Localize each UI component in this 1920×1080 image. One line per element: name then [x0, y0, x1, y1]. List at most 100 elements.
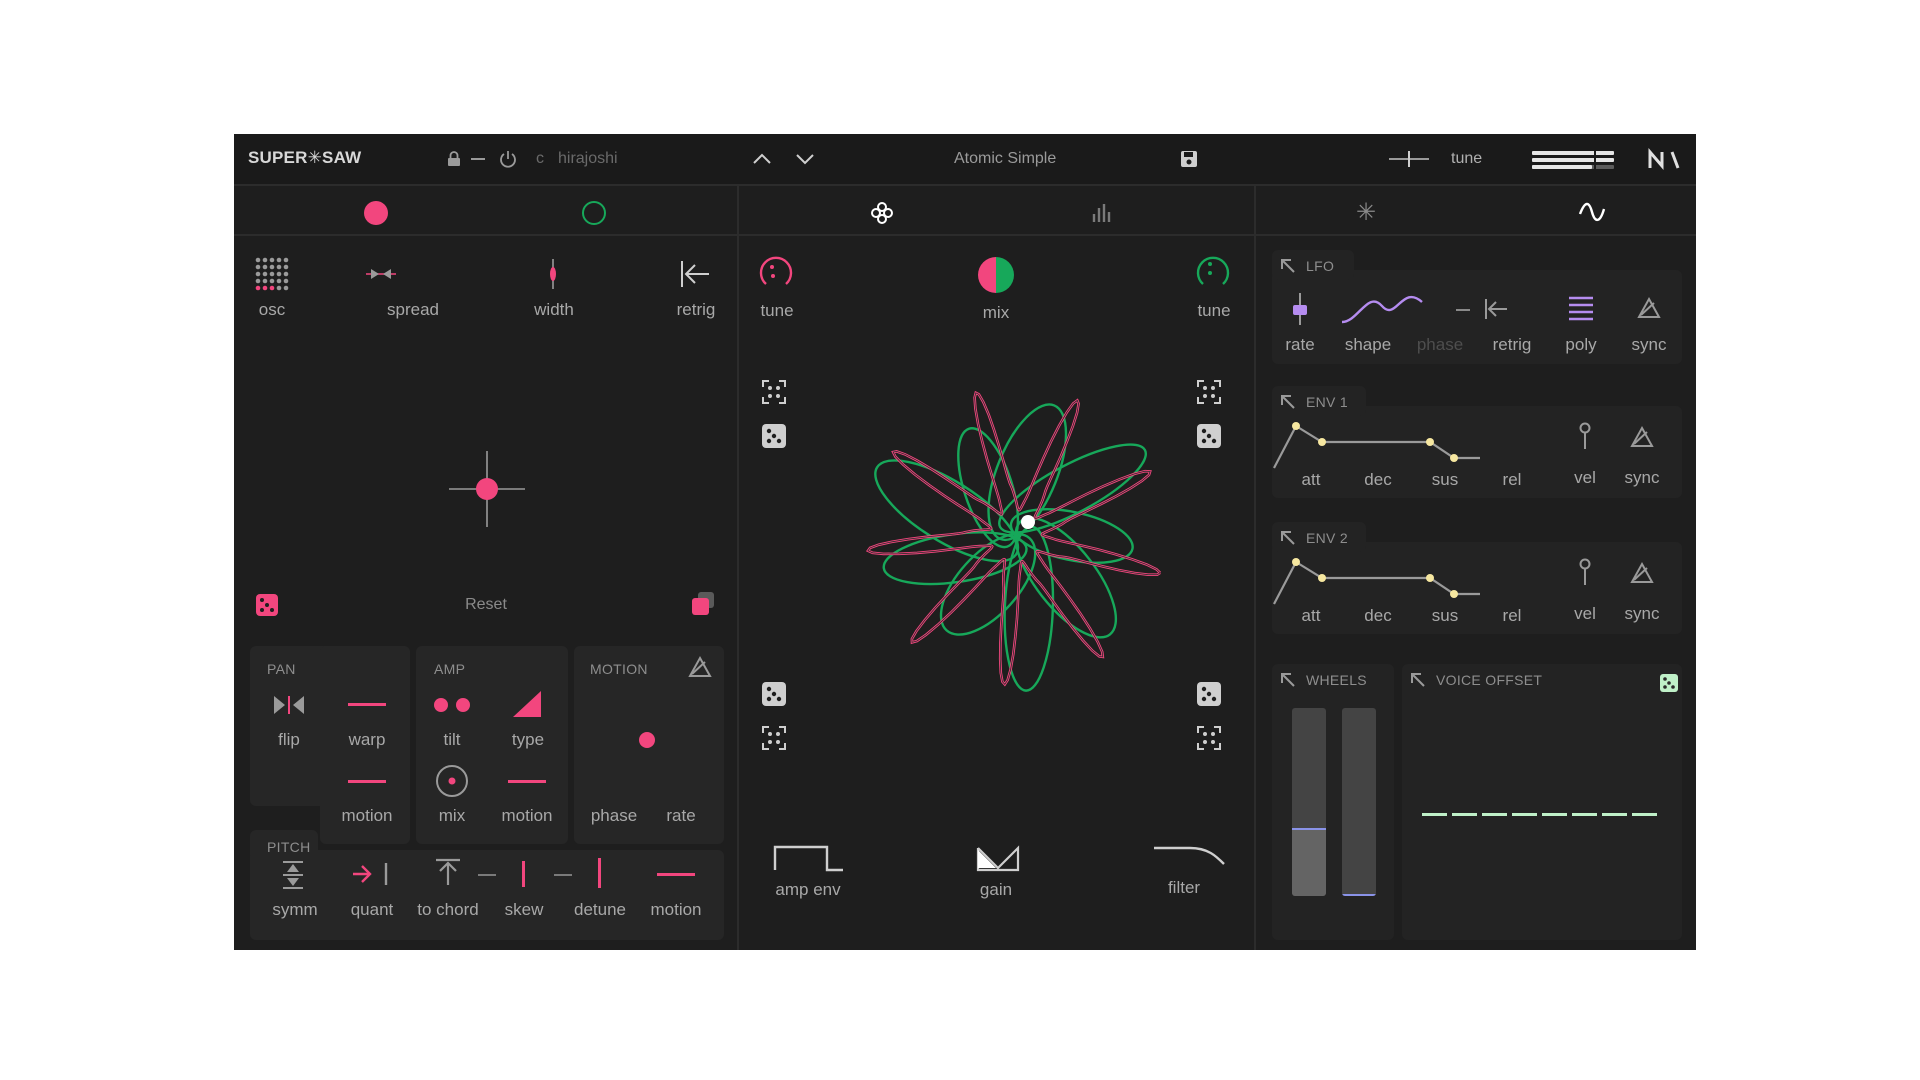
pan-motion-line[interactable]	[348, 780, 386, 783]
env1-vel-icon[interactable]	[1578, 422, 1592, 450]
tilt-icon[interactable]	[431, 696, 473, 714]
voice-offset-bar[interactable]	[1422, 813, 1447, 816]
pitch-panel	[250, 850, 724, 940]
voice-offset-bar[interactable]	[1572, 813, 1597, 816]
preset-name[interactable]: Atomic Simple	[954, 150, 1056, 168]
lfo-poly-label: poly	[1565, 335, 1597, 354]
voice-offset-bar[interactable]	[1452, 813, 1477, 816]
filter-icon[interactable]	[1152, 844, 1226, 866]
osc-label: osc	[258, 300, 286, 319]
pan-motion-label: motion	[341, 806, 393, 825]
pitch-motion-line[interactable]	[657, 873, 695, 876]
env1-sync-icon[interactable]	[1630, 425, 1654, 448]
flip-icon[interactable]	[272, 694, 306, 716]
voice-offset-bar[interactable]	[1542, 813, 1567, 816]
oscillator-panel: osc spread width retrig Reset PAN flip w…	[234, 238, 737, 950]
spread-icon[interactable]	[365, 266, 397, 282]
motion-sync-icon[interactable]	[688, 655, 712, 678]
focus-icon-tr[interactable]	[1197, 380, 1221, 404]
type-icon[interactable]	[512, 690, 542, 718]
mod-wheel[interactable]	[1342, 708, 1376, 896]
warp-label: warp	[348, 730, 386, 749]
dice-icon-tr[interactable]	[1197, 424, 1221, 448]
lfo-shape-display[interactable]	[1340, 288, 1424, 326]
mix-knob[interactable]	[977, 256, 1015, 294]
symm-icon[interactable]	[280, 860, 306, 890]
motion-dot[interactable]	[639, 732, 655, 748]
focus-icon-tl[interactable]	[762, 380, 786, 404]
scale-name[interactable]: hirajoshi	[558, 150, 618, 168]
env2-sync-icon[interactable]	[1630, 561, 1654, 584]
dice-icon-tl[interactable]	[762, 424, 786, 448]
power-icon[interactable]	[499, 150, 517, 168]
lock-icon[interactable]	[447, 151, 461, 167]
tab-modulation[interactable]	[1578, 202, 1606, 222]
voice-offset-bar[interactable]	[1632, 813, 1657, 816]
env2-collapse-icon[interactable]	[1280, 530, 1296, 546]
minus-icon[interactable]	[471, 158, 485, 160]
amp-env-icon[interactable]	[773, 844, 845, 872]
pitch-wheel[interactable]	[1292, 708, 1326, 896]
osc-grid-icon[interactable]	[255, 257, 289, 291]
quant-icon[interactable]	[352, 861, 392, 887]
tune-knob-left[interactable]	[756, 254, 796, 290]
voice-offset-bar[interactable]	[1482, 813, 1507, 816]
copy-icon[interactable]	[692, 592, 716, 616]
motion-position-dot[interactable]	[1021, 515, 1035, 529]
lfo-sync-icon[interactable]	[1637, 296, 1661, 319]
tab-oscillator-1[interactable]	[364, 201, 388, 225]
warp-line[interactable]	[348, 703, 386, 706]
env2-curve[interactable]	[1270, 552, 1520, 612]
voice-offset-bars[interactable]	[1422, 812, 1662, 818]
chevron-up-icon[interactable]	[753, 153, 771, 165]
tab-motion-flower[interactable]	[869, 200, 895, 226]
tab-spectrum[interactable]	[1091, 202, 1113, 224]
motion-visualization[interactable]	[865, 386, 1166, 692]
save-icon[interactable]	[1180, 150, 1198, 168]
chevron-down-icon[interactable]	[796, 153, 814, 165]
tune-knob-right[interactable]	[1193, 254, 1233, 290]
amp-motion-line[interactable]	[508, 780, 546, 783]
voice-offset-dice-icon[interactable]	[1660, 674, 1678, 692]
detune-line[interactable]	[598, 858, 601, 888]
dice-icon-bl[interactable]	[762, 682, 786, 706]
dice-icon-br[interactable]	[1197, 682, 1221, 706]
lfo-shape-label: shape	[1344, 335, 1392, 354]
env1-rel-label: rel	[1502, 470, 1522, 489]
skew-line[interactable]	[522, 861, 525, 887]
env2-vel-icon[interactable]	[1578, 558, 1592, 586]
stereo-position-pad[interactable]	[448, 450, 526, 528]
dice-icon[interactable]	[256, 594, 278, 616]
lfo-poly-icon[interactable]	[1568, 295, 1594, 321]
env1-collapse-icon[interactable]	[1280, 394, 1296, 410]
voice-offset-collapse-icon[interactable]	[1410, 672, 1426, 688]
skew-dash	[554, 874, 572, 876]
lfo-retrig-icon[interactable]	[1484, 298, 1508, 320]
env2-sync-label: sync	[1624, 604, 1660, 623]
reset-button[interactable]: Reset	[465, 596, 507, 614]
gain-label: gain	[979, 880, 1013, 899]
focus-icon-bl[interactable]	[762, 726, 786, 750]
voice-offset-bar[interactable]	[1512, 813, 1537, 816]
master-volume-meter[interactable]	[1532, 149, 1614, 171]
retrig-icon[interactable]	[680, 260, 710, 288]
voice-offset-bar[interactable]	[1602, 813, 1627, 816]
amp-mix-knob[interactable]	[435, 764, 469, 798]
snowflake-icon: ✳	[1356, 199, 1377, 226]
amp-env-label: amp env	[775, 880, 841, 899]
lfo-rate-slider[interactable]	[1290, 292, 1310, 326]
lfo-phase-dash[interactable]	[1456, 309, 1470, 311]
rate-label: rate	[666, 806, 696, 825]
tab-oscillator-2[interactable]	[582, 201, 606, 225]
skew-label: skew	[504, 900, 544, 919]
env1-curve[interactable]	[1270, 416, 1520, 476]
tune-slider-thumb[interactable]	[1408, 151, 1410, 167]
scale-key[interactable]: c	[536, 150, 544, 168]
wheels-collapse-icon[interactable]	[1280, 672, 1296, 688]
focus-icon-br[interactable]	[1197, 726, 1221, 750]
to-chord-icon[interactable]	[435, 858, 461, 886]
lfo-collapse-icon[interactable]	[1280, 258, 1296, 274]
tab-fx[interactable]: ✳	[1356, 198, 1376, 227]
gain-icon[interactable]	[976, 845, 1020, 872]
width-icon[interactable]	[546, 258, 560, 290]
